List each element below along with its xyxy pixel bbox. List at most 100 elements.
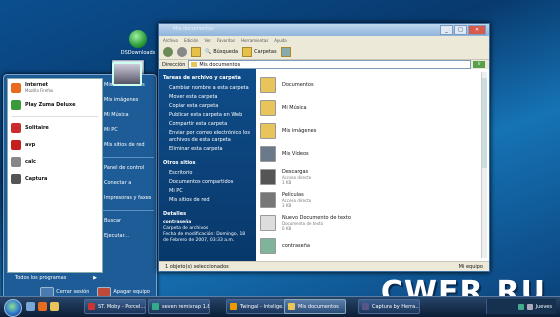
details-date: Fecha de modificación: Domingo, 18 de Fe… — [163, 232, 246, 243]
taskbar-button-label: Mis documentos — [298, 303, 339, 310]
address-value: Mis documentos — [199, 61, 241, 68]
start-place-item[interactable]: Conectar a — [102, 176, 154, 191]
start-program-item[interactable]: Play Zuma Deluxe — [8, 96, 102, 113]
program-text: calc — [25, 159, 36, 165]
menu-item[interactable]: Favoritos — [217, 38, 235, 43]
start-button[interactable] — [4, 299, 22, 317]
start-place-item[interactable]: Mis sitios de red — [102, 138, 154, 153]
desktop-icon-label: DSDownloads — [120, 50, 156, 56]
program-subtitle: Mozilla Firefox — [25, 88, 54, 93]
menu-item[interactable]: Edición — [184, 38, 198, 43]
folders-label: Carpetas — [254, 48, 277, 55]
menu-item[interactable]: Archivo — [163, 38, 178, 43]
program-icon — [11, 156, 21, 167]
place-link[interactable]: Documentos compartidos — [159, 178, 256, 187]
address-bar: Dirección Mis documentos Ir — [159, 60, 489, 69]
file-icon — [260, 146, 276, 162]
task-link[interactable]: Cambiar nombre a esta carpeta — [159, 84, 256, 93]
back-button[interactable] — [163, 46, 173, 57]
system-tray: Jueves — [486, 299, 556, 314]
minimize-button[interactable]: _ — [440, 25, 453, 35]
file-size: 3 KB — [282, 180, 292, 185]
show-desktop-icon[interactable] — [26, 302, 35, 311]
file-item[interactable]: Documentos — [256, 75, 456, 95]
close-button[interactable]: ✕ — [468, 25, 486, 35]
program-title: Play Zuma Deluxe — [25, 101, 76, 108]
desktop-icon-downloads[interactable]: DSDownloads — [118, 30, 158, 56]
file-item[interactable]: Descargas Acceso directo 3 KB — [256, 167, 456, 187]
start-program-item[interactable]: Solitaire — [8, 119, 102, 136]
start-place-item[interactable]: Panel de control — [102, 161, 154, 176]
arrow-right-icon: ▶ — [93, 274, 97, 281]
task-link[interactable]: Copiar esta carpeta — [159, 102, 256, 111]
file-item[interactable]: Nuevo Documento de texto Documento de tex… — [256, 213, 456, 233]
menu-item[interactable]: Herramientas — [241, 38, 268, 43]
views-button[interactable] — [280, 46, 291, 57]
file-text: Películas Acceso directo 3 KB — [282, 192, 311, 208]
downloads-icon — [129, 30, 147, 48]
browser-icon[interactable] — [38, 302, 47, 311]
start-place-item[interactable]: Mi PC — [102, 123, 154, 138]
place-link[interactable]: Mi PC — [159, 187, 256, 196]
status-bar: 1 objeto(s) seleccionados Mi equipo — [159, 261, 489, 271]
program-text: Play Zuma Deluxe — [25, 102, 76, 108]
app-icon — [362, 303, 369, 310]
forward-button[interactable] — [177, 46, 187, 57]
address-label: Dirección — [162, 61, 186, 68]
place-link[interactable]: Mis sitios de red — [159, 196, 256, 205]
task-link[interactable]: Compartir esta carpeta — [159, 120, 256, 129]
title-bar[interactable]: Mis documentos _ □ ✕ — [159, 24, 489, 36]
all-programs-button[interactable]: Todos los programas ▶ — [7, 273, 101, 282]
file-icon — [260, 169, 276, 185]
start-program-item[interactable]: calc — [8, 153, 102, 170]
start-program-item[interactable]: Internet Mozilla Firefox — [8, 79, 102, 96]
file-icon — [260, 77, 276, 93]
start-program-item[interactable]: Captura — [8, 170, 102, 187]
file-item[interactable]: Mi Música — [256, 98, 456, 118]
start-place-item[interactable]: Impresoras y faxes — [102, 191, 154, 206]
clock: Jueves — [535, 303, 552, 310]
file-item[interactable]: Mis imágenes — [256, 121, 456, 141]
taskbar-button[interactable]: seven remixrap 1.8... — [148, 299, 210, 314]
place-link[interactable]: Escritorio — [159, 169, 256, 178]
start-place-item[interactable]: Mis imágenes — [102, 93, 154, 108]
task-link[interactable]: Publicar esta carpeta en Web — [159, 111, 256, 120]
places-title: Otros sitios — [163, 160, 196, 166]
file-size: 3 KB — [282, 203, 292, 208]
maximize-button[interactable]: □ — [454, 25, 467, 35]
program-icon — [11, 173, 21, 184]
start-place-item[interactable]: Ejecutar... — [102, 229, 154, 244]
file-item[interactable]: Películas Acceso directo 3 KB — [256, 190, 456, 210]
start-place-item[interactable]: Mi Música — [102, 108, 154, 123]
window-title: Mis documentos — [173, 26, 214, 32]
app-icon — [230, 303, 237, 310]
file-item[interactable]: Mis Vídeos — [256, 144, 456, 164]
volume-icon[interactable] — [526, 303, 533, 310]
file-name: contraseña — [282, 243, 310, 249]
task-link[interactable]: Mover esta carpeta — [159, 93, 256, 102]
program-text: avp — [25, 142, 35, 148]
explorer-icon[interactable] — [50, 302, 59, 311]
program-title: calc — [25, 158, 37, 165]
menu-item[interactable]: Ayuda — [274, 38, 286, 43]
folders-button[interactable]: Carpetas — [242, 46, 277, 57]
file-item[interactable]: contraseña — [256, 236, 456, 256]
up-folder-button[interactable] — [191, 46, 201, 57]
taskbar-button[interactable]: Twingal - Intelige... — [226, 299, 288, 314]
taskbar-button[interactable]: ST. Moby - Porcel... — [84, 299, 146, 314]
taskbar-button[interactable]: Captura by Herra... — [358, 299, 420, 314]
menu-item[interactable]: Ver — [204, 38, 211, 43]
address-input[interactable]: Mis documentos — [188, 60, 471, 69]
start-place-item[interactable]: Buscar — [102, 214, 154, 229]
start-program-item[interactable]: avp — [8, 136, 102, 153]
vertical-scrollbar[interactable] — [481, 72, 487, 258]
file-name: Mis imágenes — [282, 128, 317, 134]
file-icon — [260, 192, 276, 208]
taskbar-button[interactable]: Mis documentos — [284, 299, 346, 314]
network-icon[interactable] — [517, 303, 524, 310]
task-link[interactable]: Eliminar esta carpeta — [159, 145, 256, 154]
task-link[interactable]: Enviar por correo electrónico los archiv… — [159, 129, 256, 145]
go-button[interactable]: Ir — [473, 61, 485, 68]
search-button[interactable]: 🔍 Búsqueda — [205, 49, 238, 55]
program-title: Solitaire — [25, 124, 49, 131]
